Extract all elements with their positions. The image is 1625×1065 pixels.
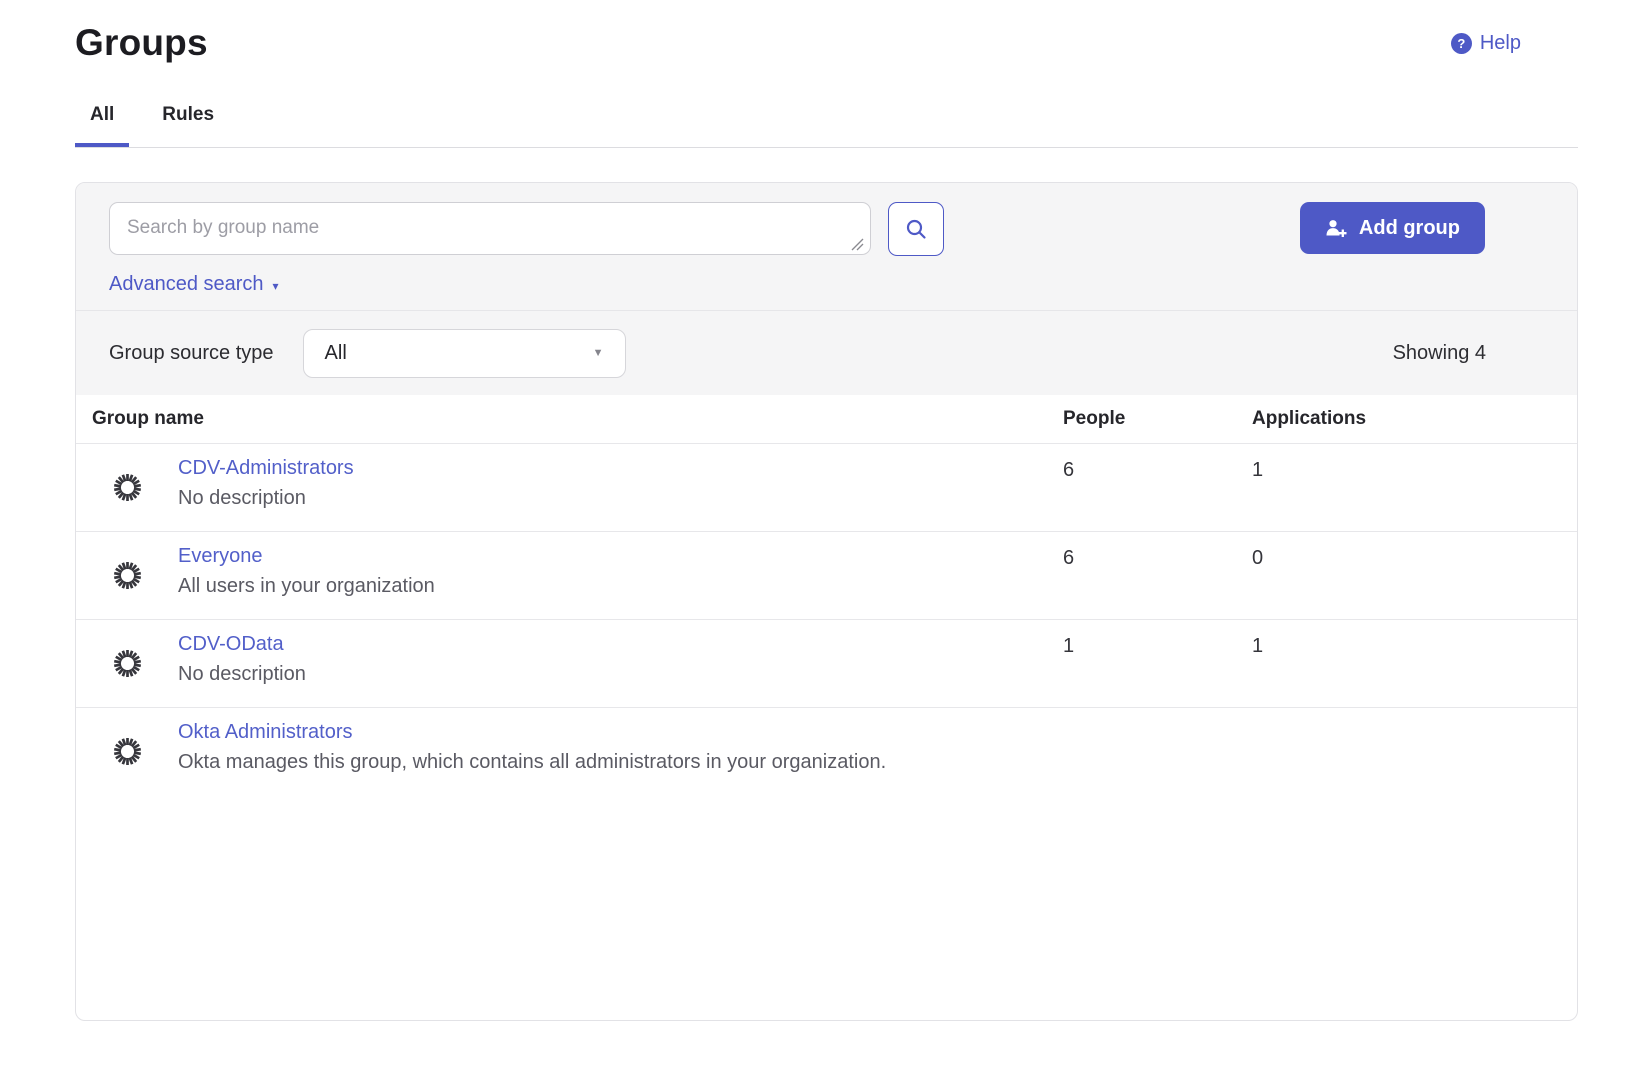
group-burst-icon <box>109 469 146 506</box>
search-button[interactable] <box>888 202 944 256</box>
group-description: All users in your organization <box>178 575 435 598</box>
groups-panel: Add group Advanced search ▾ Group source… <box>75 182 1578 1021</box>
people-count: 6 <box>1063 532 1252 619</box>
tab-rules[interactable]: Rules <box>147 104 229 147</box>
group-burst-icon <box>109 733 146 770</box>
showing-count: Showing 4 <box>1393 342 1486 365</box>
column-header-group-name: Group name <box>76 408 1063 430</box>
page-header: Groups ? Help <box>75 0 1578 64</box>
help-question-icon: ? <box>1451 33 1472 54</box>
advanced-search-label: Advanced search <box>109 273 264 296</box>
people-count: 6 <box>1063 444 1252 531</box>
people-count <box>1063 708 1252 795</box>
group-source-type-label: Group source type <box>109 342 274 365</box>
applications-count: 0 <box>1252 532 1577 619</box>
search-icon <box>904 217 929 242</box>
select-value: All <box>325 342 347 365</box>
table-row: Everyone All users in your organization … <box>76 531 1577 619</box>
page-title: Groups <box>75 22 208 64</box>
search-section: Add group Advanced search ▾ <box>76 183 1577 310</box>
person-plus-icon <box>1325 218 1348 239</box>
group-name-link[interactable]: Everyone <box>178 545 263 568</box>
applications-count: 1 <box>1252 620 1577 707</box>
add-group-label: Add group <box>1359 217 1460 240</box>
table-row: CDV-OData No description 1 1 <box>76 619 1577 707</box>
group-burst-icon <box>109 557 146 594</box>
search-input[interactable] <box>109 202 871 255</box>
group-name-link[interactable]: CDV-Administrators <box>178 457 354 480</box>
group-description: Okta manages this group, which contains … <box>178 751 886 774</box>
group-burst-icon <box>109 645 146 682</box>
select-caret-icon: ▼ <box>593 347 604 359</box>
resize-grip-icon[interactable] <box>851 238 864 251</box>
search-box-wrap <box>109 202 871 260</box>
add-group-button[interactable]: Add group <box>1300 202 1485 254</box>
tab-bar: All Rules <box>75 104 1578 148</box>
table-row: Okta Administrators Okta manages this gr… <box>76 707 1577 795</box>
column-header-people: People <box>1063 408 1252 430</box>
group-name-link[interactable]: CDV-OData <box>178 633 284 656</box>
group-source-type-select[interactable]: All ▼ <box>303 329 626 378</box>
applications-count: 1 <box>1252 444 1577 531</box>
advanced-search-link[interactable]: Advanced search ▾ <box>109 273 1485 296</box>
caret-down-icon: ▾ <box>273 276 279 293</box>
people-count: 1 <box>1063 620 1252 707</box>
help-label: Help <box>1480 32 1521 55</box>
group-description: No description <box>178 487 354 510</box>
group-description: No description <box>178 663 306 686</box>
applications-count <box>1252 708 1577 795</box>
column-header-applications: Applications <box>1252 408 1577 430</box>
groups-table: Group name People Applications CDV-Admin… <box>76 395 1577 795</box>
filter-section: Group source type All ▼ Showing 4 <box>76 310 1577 395</box>
table-header: Group name People Applications <box>76 395 1577 443</box>
table-row: CDV-Administrators No description 6 1 <box>76 443 1577 531</box>
panel-controls-area: Add group Advanced search ▾ Group source… <box>76 183 1577 395</box>
group-name-link[interactable]: Okta Administrators <box>178 721 353 744</box>
help-link[interactable]: ? Help <box>1451 32 1521 55</box>
groups-page: Groups ? Help All Rules <box>0 0 1578 1021</box>
tab-all[interactable]: All <box>75 104 129 147</box>
